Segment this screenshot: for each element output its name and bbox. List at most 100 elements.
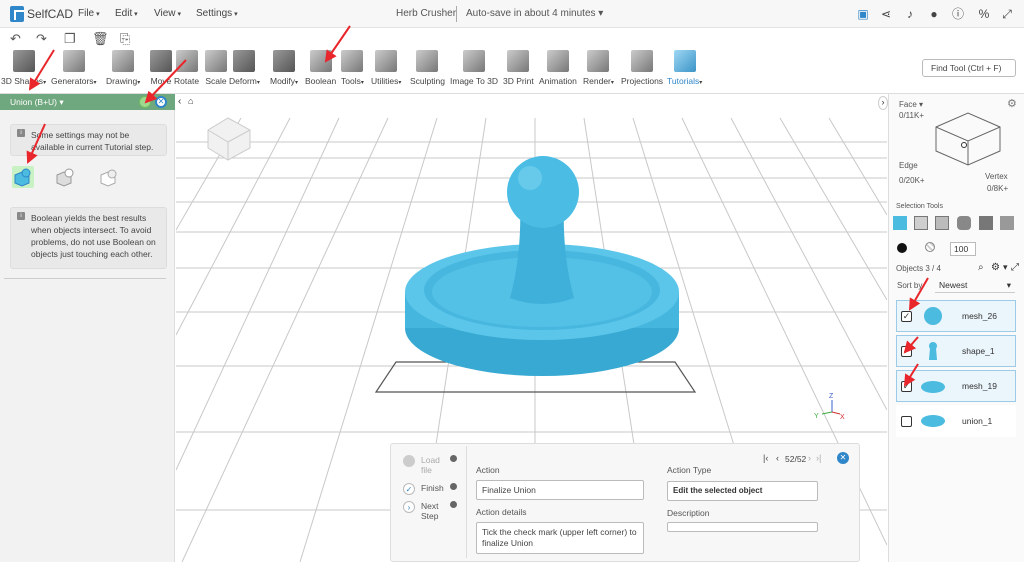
tool-modify[interactable]: Modify▾	[270, 50, 298, 86]
tool-sculpting[interactable]: Sculpting	[410, 50, 445, 86]
autosave-status[interactable]: Auto-save in about 4 minutes ▾	[466, 8, 603, 19]
gear-icon[interactable]: ⚙	[1007, 97, 1017, 110]
handle-thumbnail-icon	[929, 342, 937, 360]
sort-label: Sort by	[897, 281, 923, 290]
tool-label: Projections	[621, 76, 664, 86]
selection-mode-cube[interactable]	[928, 103, 1006, 169]
3d-print-icon	[507, 50, 530, 72]
next-page-icon[interactable]: ›	[808, 453, 811, 463]
chevron-down-icon: ▾	[360, 80, 364, 86]
tool-move[interactable]: Move	[150, 50, 172, 86]
tool-boolean[interactable]: Boolean	[305, 50, 336, 86]
tool-3d-print[interactable]: 3D Print	[503, 50, 534, 86]
info-icon: i	[17, 212, 25, 220]
step-load-file[interactable]: Load file	[403, 455, 457, 475]
select-polygon-icon[interactable]	[914, 216, 928, 230]
expand-icon[interactable]: ⤢	[1011, 262, 1019, 273]
object-checkbox[interactable]: ✓	[901, 345, 912, 357]
modify-icon	[273, 50, 296, 72]
first-page-icon[interactable]: |‹	[763, 453, 768, 463]
image-to-3d-icon	[463, 50, 486, 72]
redo-icon[interactable]: ↷	[36, 31, 47, 47]
select-vertex-icon[interactable]	[957, 216, 971, 230]
tool-settings-panel	[0, 94, 175, 562]
project-title[interactable]: Herb Crusher	[396, 8, 456, 19]
step-next[interactable]: › Next Step	[403, 501, 457, 521]
opacity-input[interactable]: 100	[950, 242, 976, 256]
tool-label: Animation	[539, 76, 577, 86]
info-icon[interactable]	[450, 455, 457, 462]
tool-label: Move	[150, 76, 172, 86]
intersection-icon[interactable]	[98, 166, 120, 188]
tool-label: Sculpting	[410, 76, 445, 86]
copy-icon[interactable]: ❐	[64, 31, 76, 47]
prev-page-icon[interactable]: ‹	[776, 453, 779, 463]
info-icon[interactable]	[450, 483, 457, 490]
tool-deform[interactable]: Deform▾	[229, 50, 260, 86]
union-icon[interactable]	[12, 166, 34, 188]
object-row-mesh-26[interactable]: ✓ mesh_26	[896, 300, 1016, 332]
chevron-right-icon[interactable]: ›	[878, 96, 888, 110]
tool-rotate[interactable]: Rotate	[174, 50, 199, 86]
find-tool-input[interactable]: Find Tool (Ctrl + F)	[922, 59, 1016, 77]
object-row-union-1[interactable]: union_1	[896, 405, 1016, 437]
object-row-mesh-19[interactable]: ✓ mesh_19	[896, 370, 1016, 402]
last-page-icon[interactable]: ›|	[816, 453, 821, 463]
paste-icon[interactable]: ⎘	[120, 31, 130, 47]
chevron-down-icon[interactable]: ▾	[1003, 262, 1008, 273]
object-checkbox[interactable]: ✓	[901, 310, 912, 322]
tool-utilities[interactable]: Utilities▾	[371, 50, 401, 86]
tool-render[interactable]: Render▾	[583, 50, 614, 86]
chevron-down-icon: ▾	[398, 80, 402, 86]
sort-select[interactable]: Newest ▾	[935, 278, 1015, 293]
info-icon[interactable]: ⓘ	[951, 7, 965, 21]
save-icon[interactable]: ▣	[856, 7, 870, 21]
close-panel-button[interactable]: ✕	[155, 96, 167, 108]
object-checkbox[interactable]	[901, 415, 912, 427]
menu-settings[interactable]: Settings	[196, 8, 238, 19]
tool-animation[interactable]: Animation	[539, 50, 577, 86]
finalize-check-button[interactable]	[139, 96, 151, 108]
tool-drawing[interactable]: Drawing▾	[106, 50, 140, 86]
chevron-down-icon: ▾	[43, 80, 47, 86]
difference-icon[interactable]	[54, 166, 76, 188]
select-edge-icon[interactable]	[935, 216, 949, 230]
material-icon[interactable]	[925, 242, 935, 252]
user-icon[interactable]: ●	[927, 7, 941, 21]
object-row-shape-1[interactable]: ✓ shape_1	[896, 335, 1016, 367]
fullscreen-icon[interactable]: ⤢	[1000, 7, 1014, 21]
app-logo[interactable]: SelfCAD	[10, 6, 73, 22]
color-swatch[interactable]	[897, 243, 907, 253]
delete-icon[interactable]: 🗑	[92, 31, 109, 47]
deform-icon	[233, 50, 256, 72]
menu-file[interactable]: File	[78, 8, 100, 19]
tool-tutorials[interactable]: Tutorials▾	[667, 50, 702, 86]
svg-text:X: X	[840, 414, 845, 421]
tool-scale[interactable]: Scale	[205, 50, 227, 86]
home-icon[interactable]: ⌂	[188, 96, 193, 106]
select-brush-icon[interactable]	[979, 216, 993, 230]
object-checkbox[interactable]: ✓	[901, 380, 912, 392]
search-icon[interactable]: ⌕	[978, 262, 984, 273]
info-icon[interactable]	[450, 501, 457, 508]
undo-icon[interactable]: ↶	[10, 31, 21, 47]
tool-projections[interactable]: Projections	[621, 50, 663, 86]
share-icon[interactable]: ⋖	[879, 7, 893, 21]
tool-generators[interactable]: Generators▾	[51, 50, 97, 86]
select-object-icon[interactable]	[893, 216, 907, 230]
bell-icon[interactable]: ♪	[903, 7, 917, 21]
tool-image-to-3d[interactable]: Image To 3D	[450, 50, 498, 86]
close-tutorial-button[interactable]: ✕	[837, 452, 849, 464]
menu-edit[interactable]: Edit	[115, 8, 138, 19]
chevron-left-icon[interactable]: ‹	[178, 96, 181, 107]
settings-icon[interactable]: ⚙	[991, 262, 1000, 273]
percent-icon[interactable]: %	[977, 7, 991, 21]
face-label[interactable]: Face ▾	[899, 100, 923, 109]
tool-tools[interactable]: Tools▾	[341, 50, 364, 86]
tool-3d-shapes[interactable]: 3D Shapes▾	[1, 50, 46, 86]
select-lasso-icon[interactable]	[1000, 216, 1014, 230]
info-icon: i	[17, 129, 25, 137]
step-finish[interactable]: ✓ Finish	[403, 483, 457, 495]
svg-text:Z: Z	[829, 393, 834, 400]
menu-view[interactable]: View	[154, 8, 181, 19]
